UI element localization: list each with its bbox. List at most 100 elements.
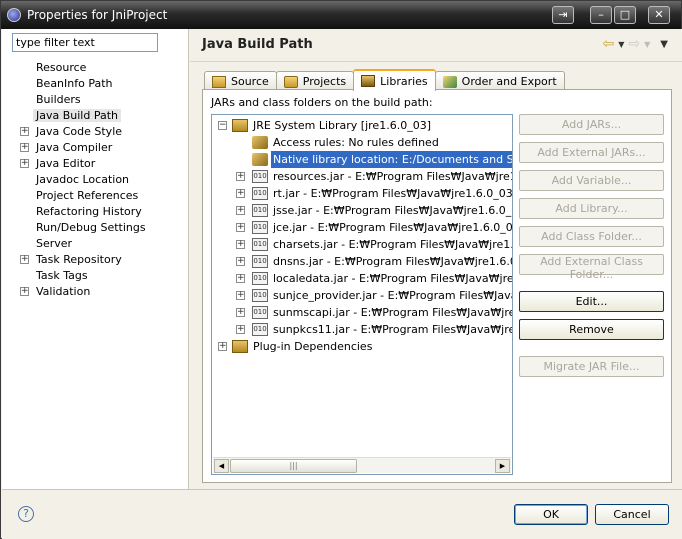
tree-row[interactable]: +010 sunpkcs11.jar - E:₩Program Files₩Jav… <box>212 321 513 338</box>
jar-icon: 010 <box>252 289 268 302</box>
add-class-folder-button[interactable]: Add Class Folder... <box>519 226 664 247</box>
nav-item-label: Project References <box>36 189 139 202</box>
migrate-jar-file-button[interactable]: Migrate JAR File... <box>519 356 664 377</box>
attribute-icon <box>252 153 268 166</box>
expand-icon[interactable]: + <box>20 287 29 296</box>
expand-icon[interactable]: + <box>20 143 29 152</box>
title-bar: Properties for JniProject ⇥ – □ ✕ <box>1 1 681 29</box>
tree-row-label: Access rules: No rules defined <box>273 136 439 149</box>
tab-order-and-export[interactable]: Order and Export <box>434 71 565 91</box>
tree-row-label: sunjce_provider.jar - E:₩Program Files₩J… <box>273 289 513 302</box>
nav-item[interactable]: Java Build Path <box>20 108 188 124</box>
horizontal-scrollbar[interactable]: ◀ ||| ▶ <box>213 457 511 473</box>
tree-row[interactable]: +010 rt.jar - E:₩Program Files₩Java₩jre1.… <box>212 185 512 202</box>
nav-item[interactable]: Refactoring History <box>20 204 188 220</box>
jar-icon: 010 <box>252 204 268 217</box>
expand-icon[interactable]: + <box>20 159 29 168</box>
collapse-icon[interactable]: − <box>218 121 227 130</box>
nav-item[interactable]: + Validation <box>20 284 188 300</box>
scroll-thumb[interactable]: ||| <box>230 459 357 473</box>
help-icon[interactable]: ? <box>18 506 34 522</box>
nav-item-label: Server <box>36 237 73 250</box>
tab-source[interactable]: Source <box>204 71 277 91</box>
tree-row[interactable]: +010 jce.jar - E:₩Program Files₩Java₩jre1… <box>212 219 512 236</box>
nav-item[interactable]: + Java Editor <box>20 156 188 172</box>
nav-item-label: Java Compiler <box>36 141 113 154</box>
expand-icon[interactable]: + <box>236 172 245 181</box>
tree-row-label: sunmscapi.jar - E:₩Program Files₩Java₩jr… <box>273 306 513 319</box>
nav-item[interactable]: Javadoc Location <box>20 172 188 188</box>
libraries-tree[interactable]: − JRE System Library [jre1.6.0_03] Access … <box>211 114 513 475</box>
nav-item[interactable]: + Java Compiler <box>20 140 188 156</box>
tree-row[interactable]: − JRE System Library [jre1.6.0_03] <box>212 117 512 134</box>
edit-button[interactable]: Edit... <box>519 291 664 312</box>
tab-projects[interactable]: Projects <box>275 71 355 91</box>
view-menu-chevron-down-icon[interactable]: ▼ <box>660 39 668 50</box>
expand-icon[interactable]: + <box>236 257 245 266</box>
back-menu-chevron-down-icon[interactable]: ▼ <box>618 40 624 49</box>
expand-icon[interactable]: + <box>236 274 245 283</box>
tab-label: Order and Export <box>461 75 557 88</box>
expand-icon[interactable]: + <box>236 189 245 198</box>
nav-item[interactable]: + Task Repository <box>20 252 188 268</box>
nav-item[interactable]: BeanInfo Path <box>20 76 188 92</box>
minimize-button[interactable]: – <box>590 6 612 24</box>
add-jars-button[interactable]: Add JARs... <box>519 114 664 135</box>
tree-row[interactable]: +010 resources.jar - E:₩Program Files₩Jav… <box>212 168 512 185</box>
ok-button[interactable]: OK <box>514 504 588 525</box>
forward-arrow-icon[interactable]: ⇨ <box>628 37 640 51</box>
nav-item-label: Java Editor <box>36 157 96 170</box>
cancel-button[interactable]: Cancel <box>595 504 669 525</box>
tree-row[interactable]: Access rules: No rules defined <box>212 134 512 151</box>
tab-libraries[interactable]: Libraries <box>353 69 436 91</box>
library-icon <box>232 340 248 353</box>
back-arrow-icon[interactable]: ⇦ <box>603 37 615 51</box>
page-title: Java Build Path <box>202 37 313 52</box>
maximize-button[interactable]: □ <box>614 6 636 24</box>
filter-input[interactable] <box>12 33 158 52</box>
tree-row[interactable]: +010 sunjce_provider.jar - E:₩Program Fil… <box>212 287 513 304</box>
preference-tree: Resource BeanInfo Path Builders Java Build … <box>20 60 188 300</box>
nav-item[interactable]: Run/Debug Settings <box>20 220 188 236</box>
expand-icon[interactable]: + <box>20 127 29 136</box>
expand-icon[interactable]: + <box>20 255 29 264</box>
expand-icon[interactable]: + <box>236 240 245 249</box>
tree-row-label: charsets.jar - E:₩Program Files₩Java₩jre… <box>273 238 513 251</box>
scroll-left-icon[interactable]: ◀ <box>214 459 229 473</box>
expand-icon[interactable]: + <box>236 308 245 317</box>
tree-row[interactable]: +010 charsets.jar - E:₩Program Files₩Java… <box>212 236 513 253</box>
tree-row[interactable]: Native library location: E:/Documents an… <box>212 151 512 168</box>
forward-menu-chevron-down-icon[interactable]: ▼ <box>644 40 650 49</box>
expand-icon[interactable]: + <box>236 223 245 232</box>
projects-icon <box>283 75 298 88</box>
add-variable-button[interactable]: Add Variable... <box>519 170 664 191</box>
property-page: Java Build Path ⇦ ▼ ⇨ ▼ ▼ Source Projects… <box>190 29 682 489</box>
nav-item-label: Javadoc Location <box>36 173 130 186</box>
tree-row[interactable]: +010 sunmscapi.jar - E:₩Program Files₩Jav… <box>212 304 513 321</box>
expand-icon[interactable]: + <box>236 291 245 300</box>
add-external-class-folder-button[interactable]: Add External Class Folder... <box>519 254 664 281</box>
add-library-button[interactable]: Add Library... <box>519 198 664 219</box>
scroll-right-icon[interactable]: ▶ <box>495 459 510 473</box>
expand-icon[interactable]: + <box>236 325 245 334</box>
nav-item[interactable]: Server <box>20 236 188 252</box>
expand-icon[interactable]: + <box>218 342 227 351</box>
jar-icon: 010 <box>252 170 268 183</box>
nav-item[interactable]: + Java Code Style <box>20 124 188 140</box>
nav-item-label: Validation <box>36 285 91 298</box>
remove-button[interactable]: Remove <box>519 319 664 340</box>
tree-row[interactable]: +010 jsse.jar - E:₩Program Files₩Java₩jre… <box>212 202 512 219</box>
tree-row[interactable]: +010 dnsns.jar - E:₩Program Files₩Java₩jr… <box>212 253 512 270</box>
nav-item[interactable]: Project References <box>20 188 188 204</box>
nav-item[interactable]: Task Tags <box>20 268 188 284</box>
add-external-jars-button[interactable]: Add External JARs... <box>519 142 664 163</box>
close-button[interactable]: ✕ <box>648 6 670 24</box>
dialog-button-bar: ? OK Cancel <box>2 489 682 539</box>
nav-item[interactable]: Resource <box>20 60 188 76</box>
nav-item[interactable]: Builders <box>20 92 188 108</box>
expand-icon[interactable]: + <box>236 206 245 215</box>
tree-row[interactable]: + Plug-in Dependencies <box>212 338 512 355</box>
tree-row[interactable]: +010 localedata.jar - E:₩Program Files₩Ja… <box>212 270 512 287</box>
switch-window-icon[interactable]: ⇥ <box>552 6 574 24</box>
tree-row-label: sunpkcs11.jar - E:₩Program Files₩Java₩jr… <box>273 323 513 336</box>
